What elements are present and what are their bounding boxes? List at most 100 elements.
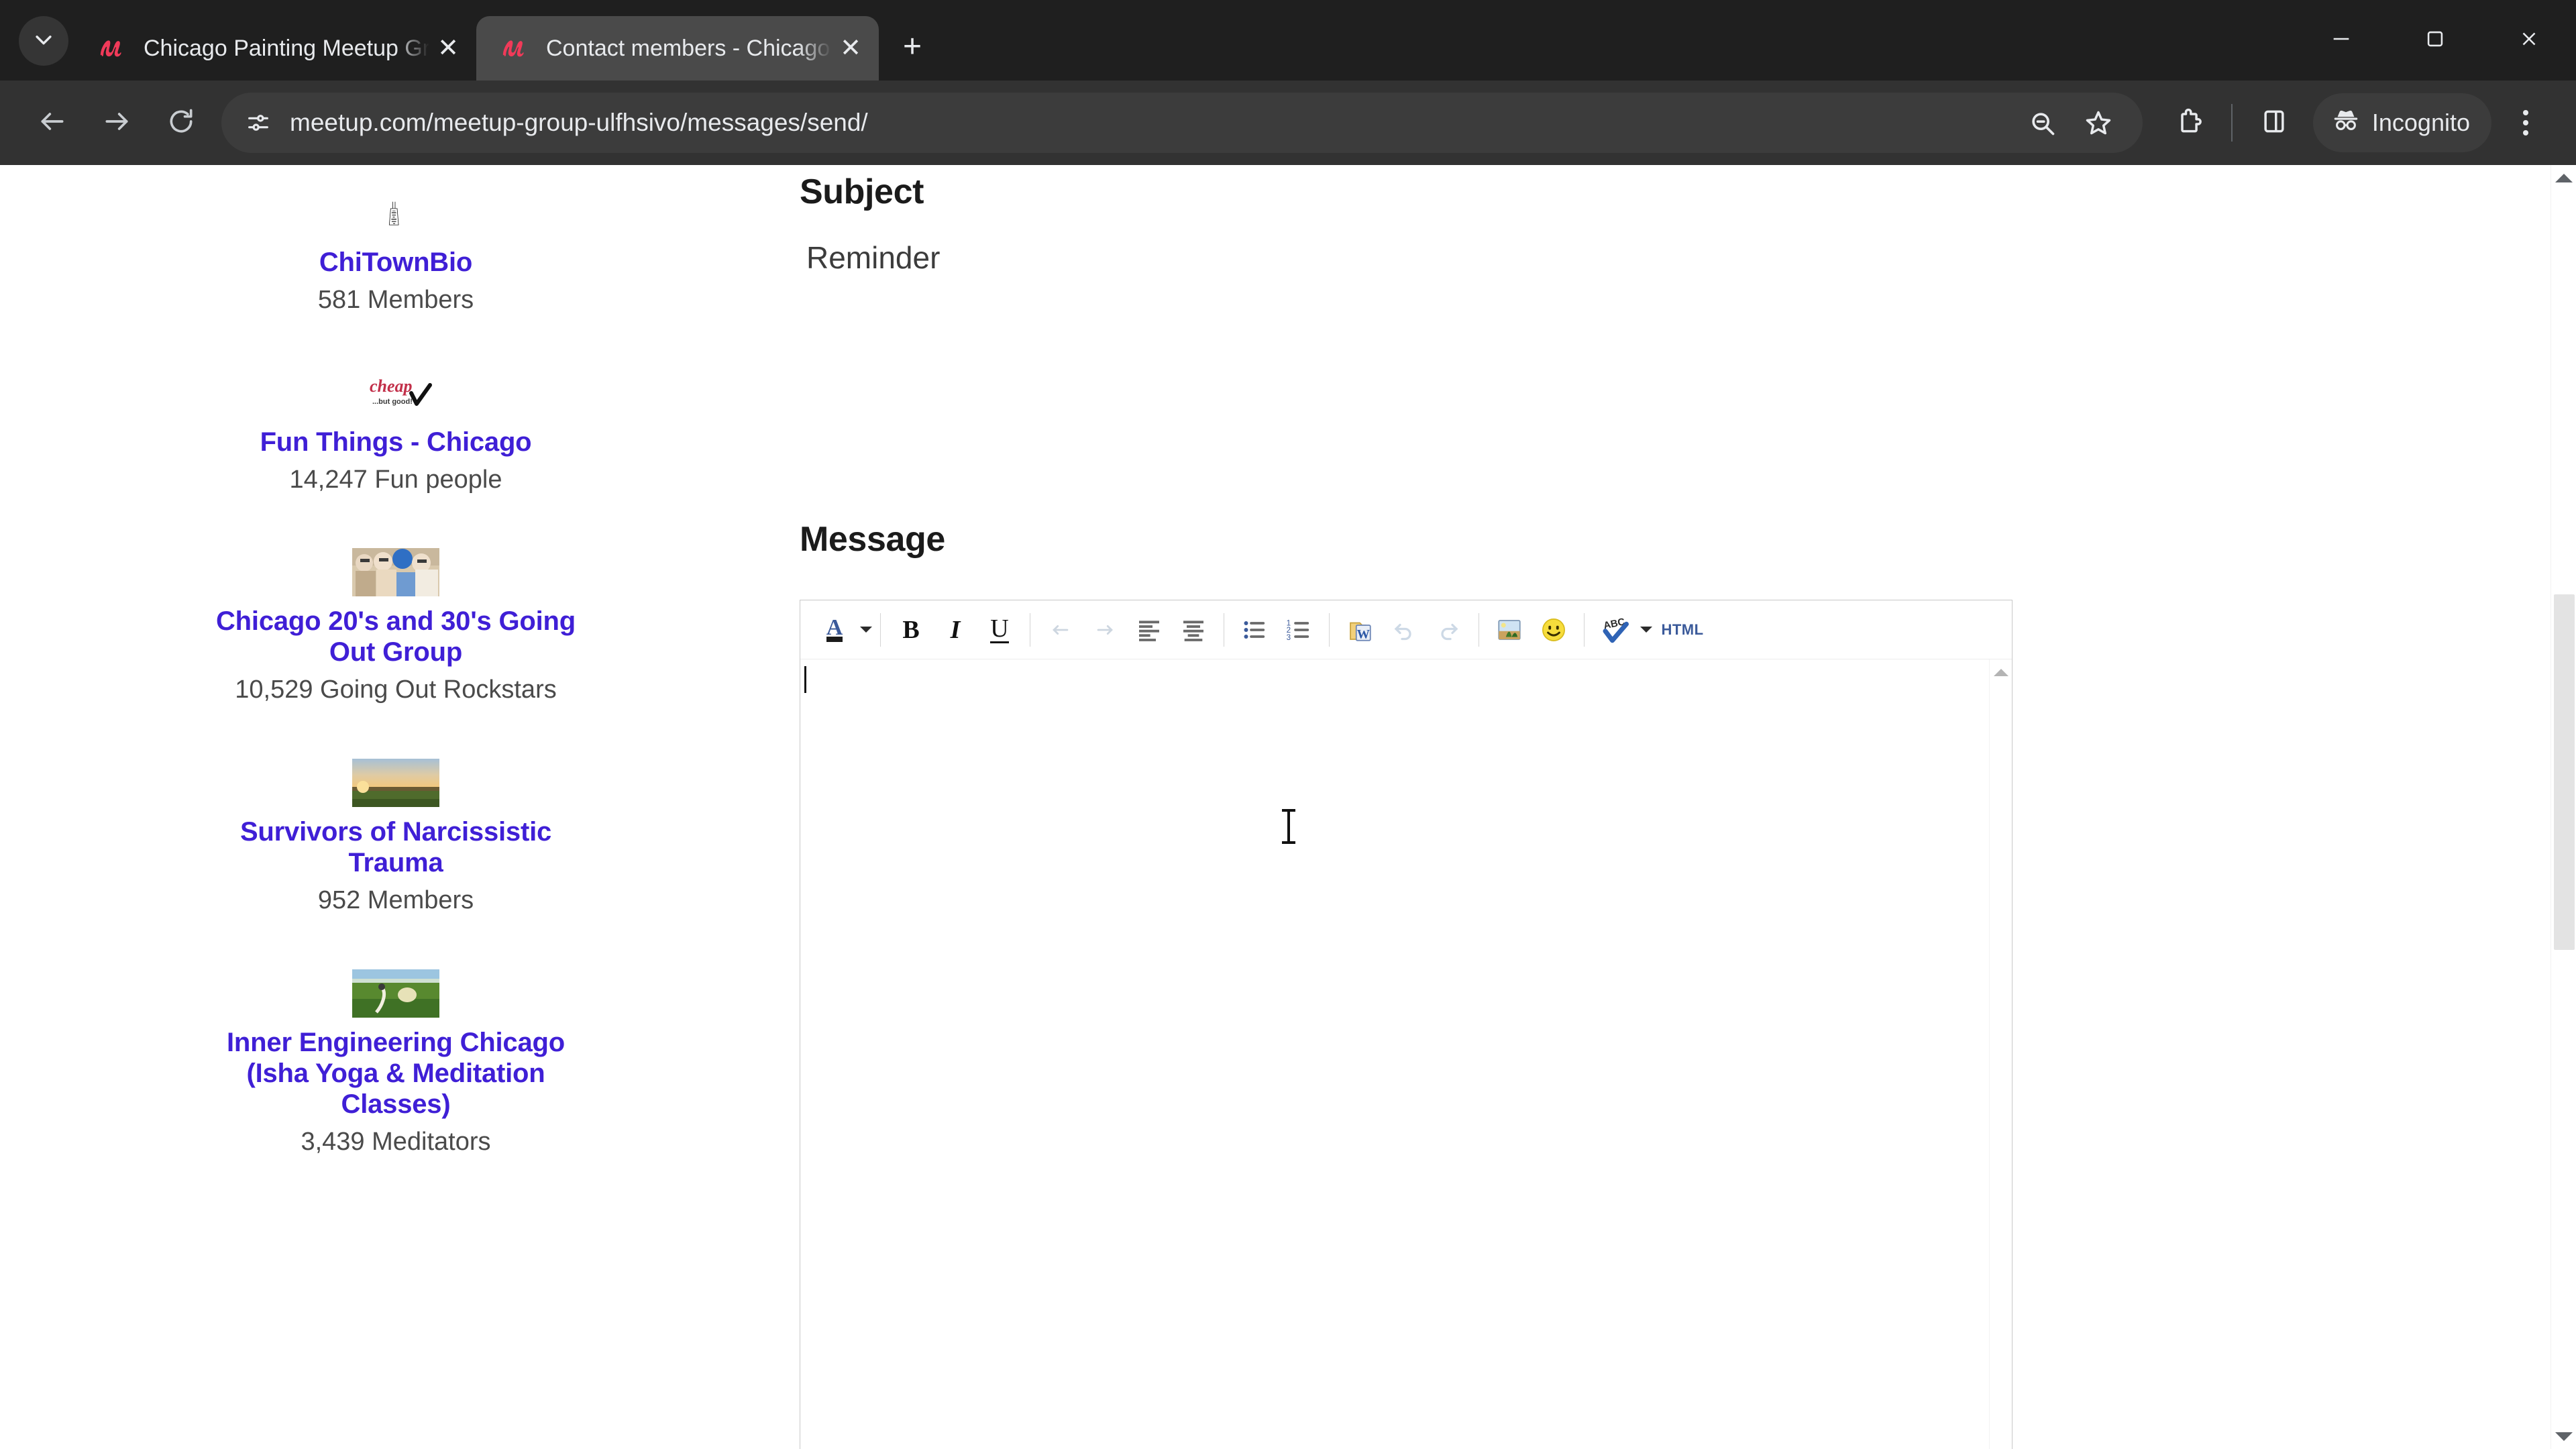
spellcheck-dropdown-caret-icon[interactable] (1640, 627, 1652, 633)
sunset-field-photo-thumbnail (352, 759, 439, 808)
svg-text:A: A (826, 615, 843, 640)
sidebar-group-name[interactable]: Chicago 20's and 30's Going Out Group (208, 606, 584, 667)
sidebar-group-count: 10,529 Going Out Rockstars (235, 676, 557, 704)
toolbar-divider (2231, 104, 2233, 142)
forward-arrow-icon (102, 107, 131, 140)
sidebar-group-item[interactable]: cheap ...but good! Fun Things - Chicago … (208, 369, 584, 495)
toolbar-separator (1329, 612, 1330, 647)
subject-input[interactable] (800, 227, 2007, 288)
minimize-button[interactable] (2294, 0, 2388, 80)
page-scrollbar-thumb[interactable] (2554, 594, 2575, 950)
underline-icon[interactable]: U (979, 608, 1020, 651)
page-viewport: ChiTownBio 581 Members cheap ...but good… (0, 165, 2576, 1449)
italic-icon[interactable]: I (934, 608, 976, 651)
address-bar[interactable]: meetup.com/meetup-group-ulfhsivo/message… (221, 93, 2143, 153)
svg-text:...but good!: ...but good! (372, 398, 413, 406)
browser-tab-2[interactable]: Contact members - Chicago Pai ✕ (476, 16, 879, 80)
url-text[interactable]: meetup.com/meetup-group-ulfhsivo/message… (290, 109, 868, 137)
font-color-icon[interactable]: A (814, 608, 855, 651)
bold-icon[interactable]: B (890, 608, 932, 651)
close-window-button[interactable] (2482, 0, 2576, 80)
message-editable-area[interactable] (800, 659, 1989, 1449)
svg-text:3: 3 (1287, 633, 1291, 642)
close-icon (2518, 28, 2540, 54)
extensions-button[interactable] (2157, 91, 2222, 155)
menu-dot (2523, 130, 2528, 136)
zoom-out-magnifier-icon[interactable] (2014, 95, 2070, 151)
sidebar-group-name[interactable]: Inner Engineering Chicago (Isha Yoga & M… (208, 1027, 584, 1120)
reload-button[interactable] (149, 91, 213, 155)
subject-label: Subject (800, 172, 924, 211)
meetup-m-icon (496, 31, 531, 66)
toolbar-separator (1584, 612, 1585, 647)
tab-close-button[interactable]: ✕ (429, 30, 467, 67)
triangle-down-icon (2555, 1432, 2573, 1441)
extensions-puzzle-icon (2175, 107, 2204, 140)
chicago-tower-logo-icon (352, 189, 439, 237)
editor-toolbar: A B I U 1 2 3 W ABC HTML (800, 600, 2012, 659)
sidebar-group-name[interactable]: ChiTownBio (319, 247, 473, 278)
text-caret (804, 666, 806, 693)
sidebar-group-name[interactable]: Fun Things - Chicago (260, 427, 532, 458)
maximize-button[interactable] (2388, 0, 2482, 80)
page-scrollbar[interactable] (2551, 165, 2576, 1449)
tab-title: Chicago Painting Meetup Group (144, 35, 429, 61)
page-content: ChiTownBio 581 Members cheap ...but good… (0, 165, 2551, 1449)
font-color-dropdown-caret-icon[interactable] (860, 627, 872, 633)
minimize-icon (2330, 28, 2353, 54)
suggested-groups-sidebar: ChiTownBio 581 Members cheap ...but good… (0, 165, 792, 1449)
incognito-indicator[interactable]: Incognito (2312, 93, 2491, 152)
numbered-list-icon[interactable]: 1 2 3 (1278, 608, 1320, 651)
align-center-icon[interactable] (1173, 608, 1214, 651)
incognito-spy-icon (2330, 105, 2372, 142)
rich-text-editor[interactable]: A B I U 1 2 3 W ABC HTML (800, 600, 2012, 1449)
sidebar-group-name[interactable]: Survivors of Narcissistic Trauma (208, 816, 584, 878)
star-icon[interactable] (2070, 95, 2127, 151)
sidebar-group-item[interactable]: Inner Engineering Chicago (Isha Yoga & M… (208, 969, 584, 1157)
reload-icon (166, 107, 196, 140)
crowd-photo-thumbnail (352, 548, 439, 597)
message-compose-form: Subject Message A (792, 165, 2551, 1449)
editor-scroll-up-arrow[interactable] (1990, 662, 2012, 682)
sidebar-group-count: 581 Members (317, 286, 474, 314)
align-left-icon[interactable] (1128, 608, 1170, 651)
editor-body[interactable] (800, 659, 2012, 1449)
svg-text:W: W (1357, 627, 1370, 641)
side-panel-button[interactable] (2242, 91, 2306, 155)
page-scroll-up-arrow[interactable] (2551, 165, 2576, 191)
outdent-icon[interactable] (1040, 608, 1081, 651)
insert-emoticon-icon[interactable] (1533, 608, 1574, 651)
maximize-icon (2424, 28, 2447, 54)
back-button[interactable] (20, 91, 85, 155)
browser-toolbar: meetup.com/meetup-group-ulfhsivo/message… (0, 80, 2576, 165)
paste-from-word-icon[interactable]: W (1339, 608, 1381, 651)
redo-icon[interactable] (1428, 608, 1469, 651)
undo-icon[interactable] (1383, 608, 1425, 651)
spellcheck-icon[interactable]: ABC (1594, 608, 1635, 651)
indent-icon[interactable] (1084, 608, 1126, 651)
three-dot-menu-icon[interactable] (2496, 91, 2556, 155)
back-arrow-icon (38, 107, 67, 140)
toolbar-separator (880, 612, 881, 647)
page-scroll-down-arrow[interactable] (2551, 1424, 2576, 1449)
new-tab-button[interactable]: + (888, 23, 936, 71)
triangle-up-icon (1993, 668, 2008, 676)
yoga-field-photo-thumbnail (352, 969, 439, 1018)
message-label: Message (800, 520, 945, 559)
editor-scrollbar[interactable] (1989, 659, 2012, 1449)
meetup-m-icon (94, 31, 129, 66)
tab-close-button[interactable]: ✕ (832, 30, 869, 67)
sidebar-group-item[interactable]: Chicago 20's and 30's Going Out Group 10… (208, 548, 584, 705)
sidebar-group-item[interactable]: ChiTownBio 581 Members (208, 189, 584, 315)
forward-button[interactable] (85, 91, 149, 155)
html-source-icon[interactable]: HTML (1654, 608, 1711, 651)
triangle-up-icon (2555, 173, 2573, 182)
tab-search-button[interactable] (19, 16, 68, 66)
omnibox-actions (2014, 95, 2127, 151)
site-settings-icon[interactable] (237, 102, 279, 144)
browser-tab-1[interactable]: Chicago Painting Meetup Group ✕ (74, 16, 476, 80)
sidebar-group-count: 14,247 Fun people (289, 465, 502, 494)
sidebar-group-item[interactable]: Survivors of Narcissistic Trauma 952 Mem… (208, 759, 584, 916)
insert-image-icon[interactable] (1489, 608, 1530, 651)
bulleted-list-icon[interactable] (1234, 608, 1275, 651)
